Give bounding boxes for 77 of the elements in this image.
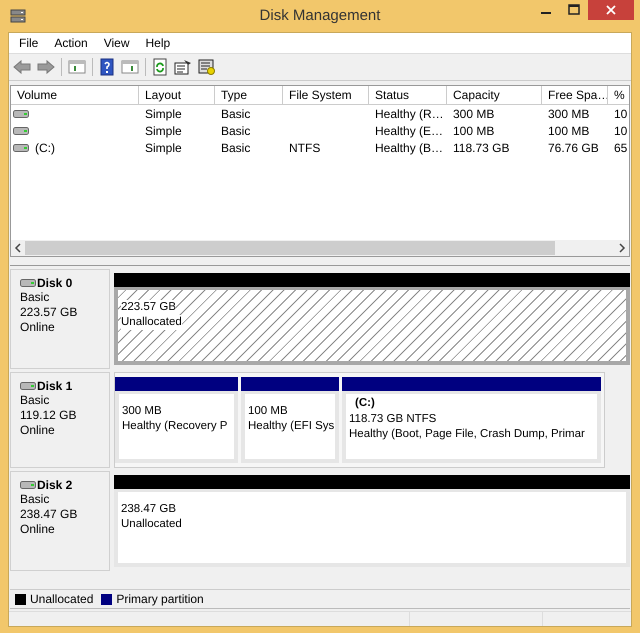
table-cell: 65 (614, 140, 628, 154)
column-header[interactable]: % (608, 86, 629, 104)
drive-icon (20, 382, 36, 390)
disk-name: Disk 1 (37, 379, 72, 393)
disk-type: Basic (20, 492, 50, 507)
disk-status: Online (20, 423, 55, 438)
table-cell: Basic (221, 106, 250, 120)
partition-block[interactable]: 100 MB Healthy (EFI Sys (241, 377, 339, 463)
partition-block[interactable]: (C:) 118.73 GB NTFS Healthy (Boot, Page File, Crash Dump, Primar (342, 377, 601, 463)
disk-status: Online (20, 320, 55, 335)
table-cell: 100 MB (548, 124, 590, 138)
table-cell: 300 MB (453, 106, 494, 120)
disk-name: Disk 0 (37, 276, 72, 290)
table-cell: 300 MB (548, 106, 590, 120)
table-cell: 118.73 GB (453, 140, 510, 154)
help-icon[interactable] (99, 58, 115, 76)
console-tree-icon[interactable] (68, 59, 86, 75)
window-title: Disk Management (260, 7, 380, 24)
table-cell: 100 MB (453, 124, 494, 138)
partition-status: Healthy (Boot, Page File, Crash Dump, Primar (349, 427, 585, 442)
drive-icon (13, 144, 29, 152)
table-cell: Healthy (E… (375, 124, 444, 138)
drive-icon (13, 126, 29, 134)
drive-icon (20, 481, 36, 489)
partition-size: 223.57 GB (121, 300, 176, 315)
forward-arrow-icon[interactable] (37, 59, 55, 75)
menu-item[interactable]: View (96, 36, 138, 50)
column-header[interactable]: Layout (139, 86, 215, 104)
properties-icon[interactable] (174, 59, 192, 75)
table-cell: 76.76 GB (548, 140, 599, 154)
disk-info-panel[interactable]: Disk 1 Basic 119.12 GB Online (10, 372, 110, 468)
table-cell: 10 (614, 124, 628, 138)
column-header[interactable]: Status (369, 86, 447, 104)
close-icon[interactable] (588, 0, 634, 20)
legend-label: Unallocated (30, 592, 94, 606)
menu-item[interactable]: Help (138, 36, 178, 50)
disk-size: 119.12 GB (20, 408, 76, 423)
legend-label: Primary partition (116, 592, 204, 606)
partition-block[interactable]: 223.57 GB Unallocated (114, 273, 630, 365)
table-cell: NTFS (289, 140, 320, 154)
table-cell: Basic (221, 124, 250, 138)
column-header[interactable]: File System (283, 86, 369, 104)
table-cell: Simple (145, 106, 182, 120)
column-header[interactable]: Capacity (447, 86, 542, 104)
disk-name: Disk 2 (37, 478, 72, 492)
disk-size: 223.57 GB (20, 305, 78, 320)
settings-icon[interactable] (198, 59, 216, 75)
partition-status: Healthy (EFI Sys (248, 419, 334, 434)
back-arrow-icon[interactable] (13, 59, 31, 75)
partition-block[interactable]: 238.47 GB Unallocated (114, 475, 630, 567)
partition-status: Unallocated (121, 315, 182, 330)
disk-management-icon (10, 8, 26, 24)
menu-item[interactable]: Action (46, 36, 96, 50)
table-cell: Simple (145, 140, 182, 154)
drive-icon (20, 279, 36, 287)
disk-size: 238.47 GB (20, 507, 78, 522)
partition-status: Healthy (Recovery P (122, 419, 228, 434)
column-header[interactable]: Type (215, 86, 283, 104)
table-cell: 10 (614, 106, 628, 120)
table-cell: Healthy (B… (375, 140, 444, 154)
disk-info-panel[interactable]: Disk 0 Basic 223.57 GB Online (10, 269, 110, 369)
menu-item[interactable]: File (11, 36, 46, 50)
table-cell: Simple (145, 124, 182, 138)
scrollbar-thumb[interactable] (25, 241, 555, 255)
table-cell: (C:) (35, 140, 55, 154)
disk-info-panel[interactable]: Disk 2 Basic 238.47 GB Online (10, 471, 110, 571)
partition-block[interactable]: 300 MB Healthy (Recovery P (115, 377, 238, 463)
partition-label: (C:) (355, 396, 375, 410)
disk-status: Online (20, 522, 55, 537)
refresh-icon[interactable] (152, 58, 168, 76)
table-cell: Basic (221, 140, 250, 154)
action-pane-icon[interactable] (121, 59, 139, 75)
drive-icon (13, 110, 29, 118)
disk-type: Basic (20, 393, 50, 408)
column-header[interactable]: Volume (11, 86, 139, 104)
disk-type: Basic (20, 290, 50, 305)
table-cell: Healthy (R… (375, 106, 444, 120)
